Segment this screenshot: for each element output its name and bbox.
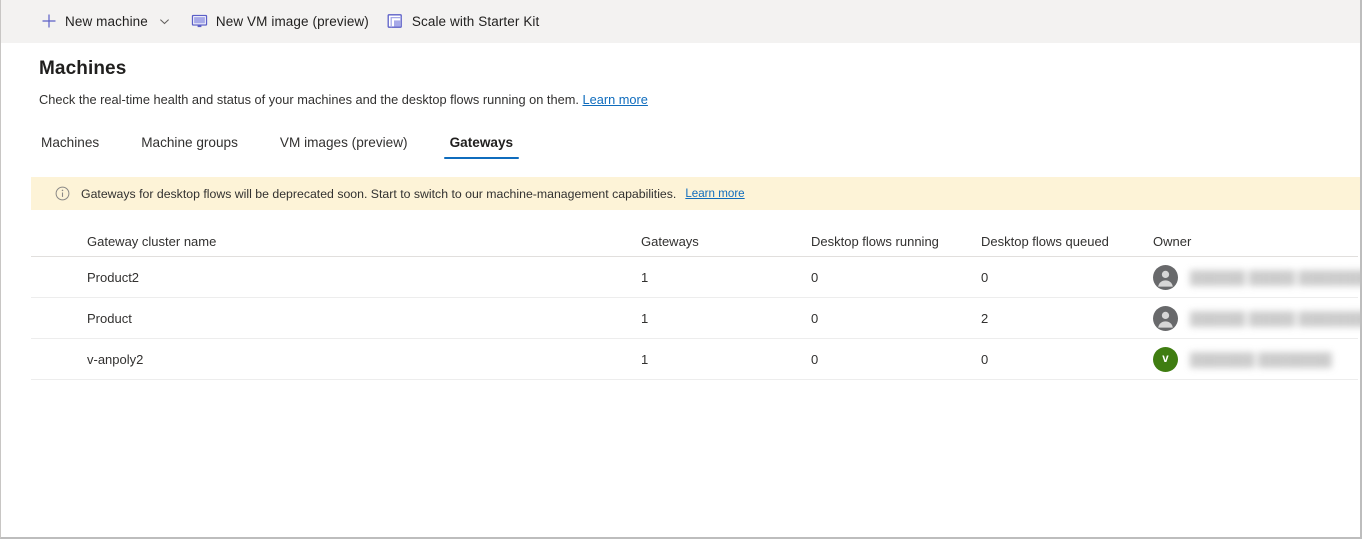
cell-gateways: 1 [641,269,649,285]
info-circle-icon [55,186,70,201]
table-row[interactable]: v-anpoly2 1 0 0 v ███████ ████████ [31,339,1358,380]
table-row[interactable]: Product 1 0 2 ██████ █████ ███████████ █… [31,298,1360,339]
column-header-owner[interactable]: Owner [1153,234,1358,249]
header-learn-more-link[interactable]: Learn more [582,92,647,107]
new-machine-label: New machine [65,13,148,29]
tab-machine-groups[interactable]: Machine groups [139,134,240,159]
command-bar: New machine New VM image (preview) Scale… [1,0,1360,43]
column-header-desktop-flows-running[interactable]: Desktop flows running [811,234,981,249]
table-row[interactable]: Product2 1 0 0 ██████ █████ ███████████ … [31,257,1360,298]
owner-name: ██████ █████ ███████████ ███ [1190,269,1360,285]
gateways-table: Gateway cluster name Gateways Desktop fl… [1,226,1360,380]
owner-name: ███████ ████████ [1190,351,1332,367]
cell-desktop-flows-running: 0 [811,310,819,326]
chevron-down-icon[interactable] [157,13,173,29]
scale-starter-kit-label: Scale with Starter Kit [411,13,540,29]
page-description-text: Check the real-time health and status of… [39,92,579,107]
page-description: Check the real-time health and status of… [39,91,1360,108]
cell-desktop-flows-running: 0 [811,269,819,285]
table-header-row: Gateway cluster name Gateways Desktop fl… [31,226,1358,257]
banner-text: Gateways for desktop flows will be depre… [81,186,677,201]
page-header: Machines Check the real-time health and … [1,43,1360,108]
plus-icon [40,13,57,30]
tab-vm-images[interactable]: VM images (preview) [278,134,410,159]
deprecation-banner: Gateways for desktop flows will be depre… [31,177,1360,210]
avatar: v [1153,346,1178,372]
cell-owner: ██████ █████ ███████████ ███ [1153,264,1360,290]
new-vm-image-label: New VM image (preview) [215,13,369,29]
cell-desktop-flows-queued: 0 [981,351,989,367]
avatar [1153,264,1178,290]
cell-gateway-cluster-name: v-anpoly2 [87,351,144,367]
banner-container: Gateways for desktop flows will be depre… [1,177,1360,210]
cell-owner: v ███████ ████████ [1153,346,1358,372]
column-header-desktop-flows-queued[interactable]: Desktop flows queued [981,234,1153,249]
cell-owner: ██████ █████ ███████████ ███ [1153,305,1360,331]
cell-gateways: 1 [641,351,649,367]
avatar [1153,305,1178,331]
tab-gateways[interactable]: Gateways [443,134,520,159]
tab-machines[interactable]: Machines [39,134,101,159]
new-vm-image-button[interactable]: New VM image (preview) [182,0,378,43]
cell-desktop-flows-running: 0 [811,351,819,367]
monitor-icon [191,13,208,30]
owner-name: ██████ █████ ███████████ ███ [1190,310,1360,326]
banner-learn-more-link[interactable]: Learn more [685,187,744,200]
column-header-gateway-cluster-name[interactable]: Gateway cluster name [87,234,641,249]
cell-desktop-flows-queued: 0 [981,269,989,285]
cell-gateways: 1 [641,310,649,326]
new-machine-button[interactable]: New machine [31,0,182,43]
tab-list: Machines Machine groups VM images (previ… [1,129,1360,159]
cell-desktop-flows-queued: 2 [981,310,989,326]
scale-icon [387,13,404,30]
machines-page: New machine New VM image (preview) Scale… [0,0,1362,539]
cell-gateway-cluster-name: Product [87,310,132,326]
page-title: Machines [39,58,127,79]
column-header-gateways[interactable]: Gateways [641,234,811,249]
cell-gateway-cluster-name: Product2 [87,269,140,285]
scale-starter-kit-button[interactable]: Scale with Starter Kit [378,0,549,43]
